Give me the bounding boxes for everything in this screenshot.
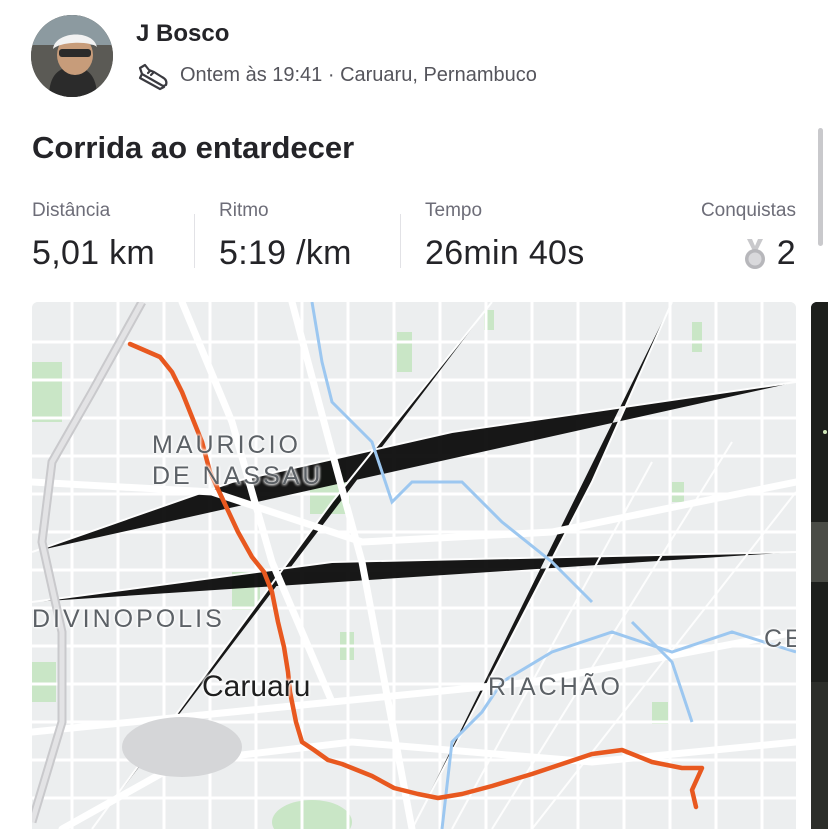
next-photo-preview[interactable]	[811, 302, 828, 829]
stat-divider	[400, 214, 401, 268]
map-label-mauricio-de-nassau: MAURICIO DE NASSAU	[152, 431, 324, 491]
stat-distance-value: 5,01 km	[32, 234, 156, 272]
route-map-canvas	[32, 302, 796, 829]
author-name[interactable]: J Bosco	[136, 20, 229, 48]
stat-achievements-value-row: 2	[701, 234, 796, 273]
stat-pace-label: Ritmo	[219, 200, 269, 221]
hill-area	[122, 717, 242, 777]
stat-pace: Ritmo 5:19 /km	[219, 200, 352, 273]
map-label-divinopolis: DIVINOPOLIS	[32, 605, 225, 633]
stat-time-value: 26min 40s	[425, 234, 585, 272]
map-label-ce: CE	[764, 625, 796, 653]
stat-achievements[interactable]: Conquistas 2	[701, 200, 796, 273]
activity-title[interactable]: Corrida ao entardecer	[32, 130, 354, 166]
stat-distance: Distância 5,01 km	[32, 200, 155, 273]
route-map[interactable]: MAURICIO DE NASSAU DIVINOPOLIS Caruaru R…	[32, 302, 796, 829]
scrollbar[interactable]	[818, 128, 823, 246]
map-label-city: Caruaru	[202, 670, 311, 703]
stat-distance-label: Distância	[32, 200, 111, 221]
stat-pace-value: 5:19 /km	[219, 234, 352, 272]
map-label-riachao: RIACHÃO	[488, 673, 623, 701]
stat-divider	[194, 214, 195, 268]
activity-date-location: Ontem às 19:41 · Caruaru, Pernambuco	[180, 63, 537, 86]
activity-stats: Distância 5,01 km Ritmo 5:19 /km Tempo 2…	[32, 200, 796, 280]
medal-icon	[741, 237, 769, 271]
author-avatar[interactable]	[31, 15, 113, 97]
stat-achievements-label: Conquistas	[700, 200, 796, 221]
stat-time-label: Tempo	[425, 200, 483, 221]
stat-time: Tempo 26min 40s	[425, 200, 585, 273]
running-shoe-icon	[136, 58, 170, 92]
stat-achievements-value: 2	[776, 234, 796, 272]
activity-meta: Ontem às 19:41 · Caruaru, Pernambuco	[136, 58, 537, 92]
